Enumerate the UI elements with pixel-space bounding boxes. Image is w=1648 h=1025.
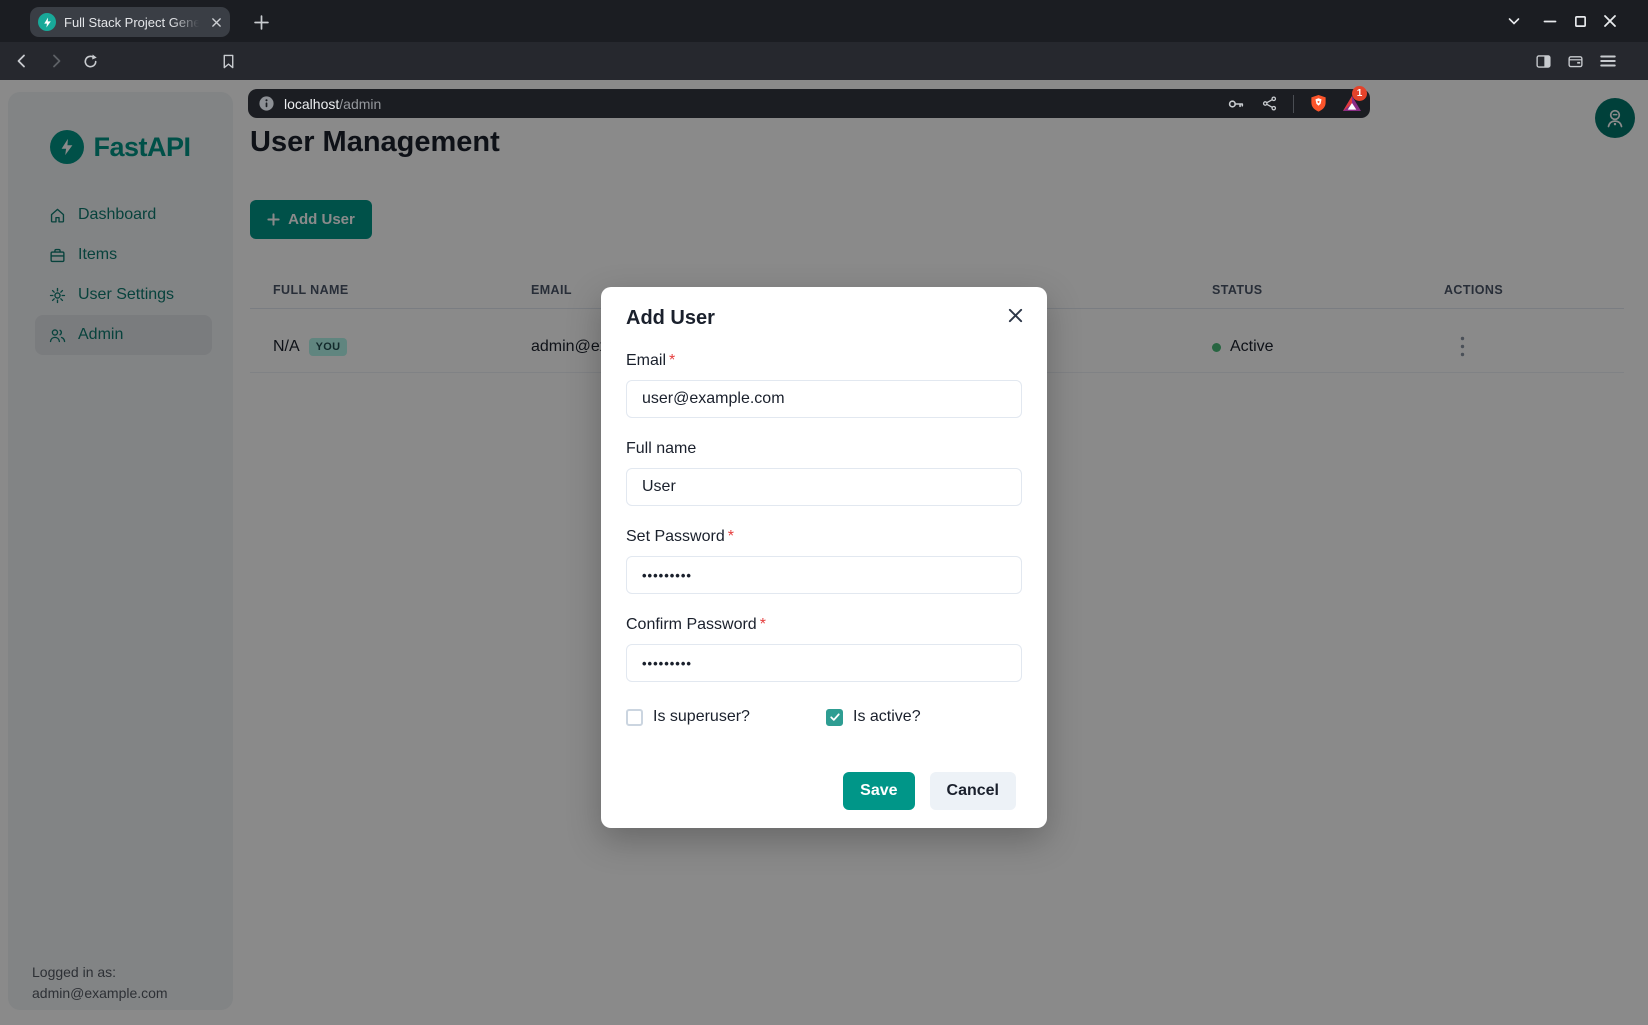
required-asterisk: *	[760, 616, 766, 633]
site-info-icon[interactable]	[258, 95, 275, 112]
required-asterisk: *	[669, 352, 675, 369]
window-maximize-icon[interactable]	[1567, 10, 1593, 32]
set-password-label: Set Password*	[626, 528, 1022, 546]
window-restore-down-icon[interactable]	[1501, 10, 1527, 32]
required-asterisk: *	[728, 528, 734, 545]
menu-hamburger-icon[interactable]	[1594, 47, 1622, 75]
is-active-checkbox[interactable]	[826, 709, 843, 726]
email-label: Email*	[626, 352, 1022, 370]
new-tab-button[interactable]	[248, 9, 274, 35]
set-password-input[interactable]	[626, 556, 1022, 594]
url-text: localhost/admin	[284, 96, 381, 112]
is-active-label: Is active?	[853, 708, 921, 726]
set-password-field-group: Set Password*	[626, 528, 1022, 594]
full-name-input[interactable]	[626, 468, 1022, 506]
is-active-option: Is active?	[826, 708, 921, 726]
password-key-icon[interactable]	[1222, 90, 1250, 118]
confirm-password-label: Confirm Password*	[626, 616, 1022, 634]
is-superuser-label: Is superuser?	[653, 708, 750, 726]
is-superuser-checkbox[interactable]	[626, 709, 643, 726]
modal-close-icon[interactable]	[1001, 301, 1029, 329]
is-superuser-option: Is superuser?	[626, 708, 826, 726]
add-user-modal: Add User Email* Full name Set Password* …	[601, 287, 1047, 828]
modal-title: Add User	[626, 307, 1022, 330]
save-button[interactable]: Save	[843, 772, 914, 810]
email-field-group: Email*	[626, 352, 1022, 418]
back-icon[interactable]	[8, 47, 36, 75]
bookmark-icon[interactable]	[214, 47, 242, 75]
tab-close-icon[interactable]	[211, 17, 222, 28]
share-icon[interactable]	[1255, 90, 1283, 118]
browser-tab[interactable]: Full Stack Project Genera	[30, 7, 230, 37]
email-input[interactable]	[626, 380, 1022, 418]
forward-icon[interactable]	[42, 47, 70, 75]
confirm-password-input[interactable]	[626, 644, 1022, 682]
tab-title: Full Stack Project Genera	[64, 15, 202, 30]
cancel-button[interactable]: Cancel	[930, 772, 1016, 810]
wallet-icon[interactable]	[1561, 47, 1589, 75]
window-minimize-icon[interactable]	[1537, 10, 1563, 32]
fastapi-favicon-icon	[38, 13, 56, 31]
url-bar[interactable]: localhost/admin	[248, 89, 1370, 118]
browser-titlebar: Full Stack Project Genera	[0, 0, 1648, 42]
sidebar-toggle-icon[interactable]	[1529, 47, 1557, 75]
brave-shield-icon[interactable]	[1304, 90, 1332, 118]
browser-toolbar: localhost/admin 1	[0, 42, 1648, 80]
full-name-label: Full name	[626, 440, 1022, 458]
full-name-field-group: Full name	[626, 440, 1022, 506]
reload-icon[interactable]	[76, 47, 104, 75]
window-close-icon[interactable]	[1597, 10, 1623, 32]
toolbar-divider	[1293, 95, 1294, 113]
confirm-password-field-group: Confirm Password*	[626, 616, 1022, 682]
notification-count-badge: 1	[1352, 86, 1367, 101]
